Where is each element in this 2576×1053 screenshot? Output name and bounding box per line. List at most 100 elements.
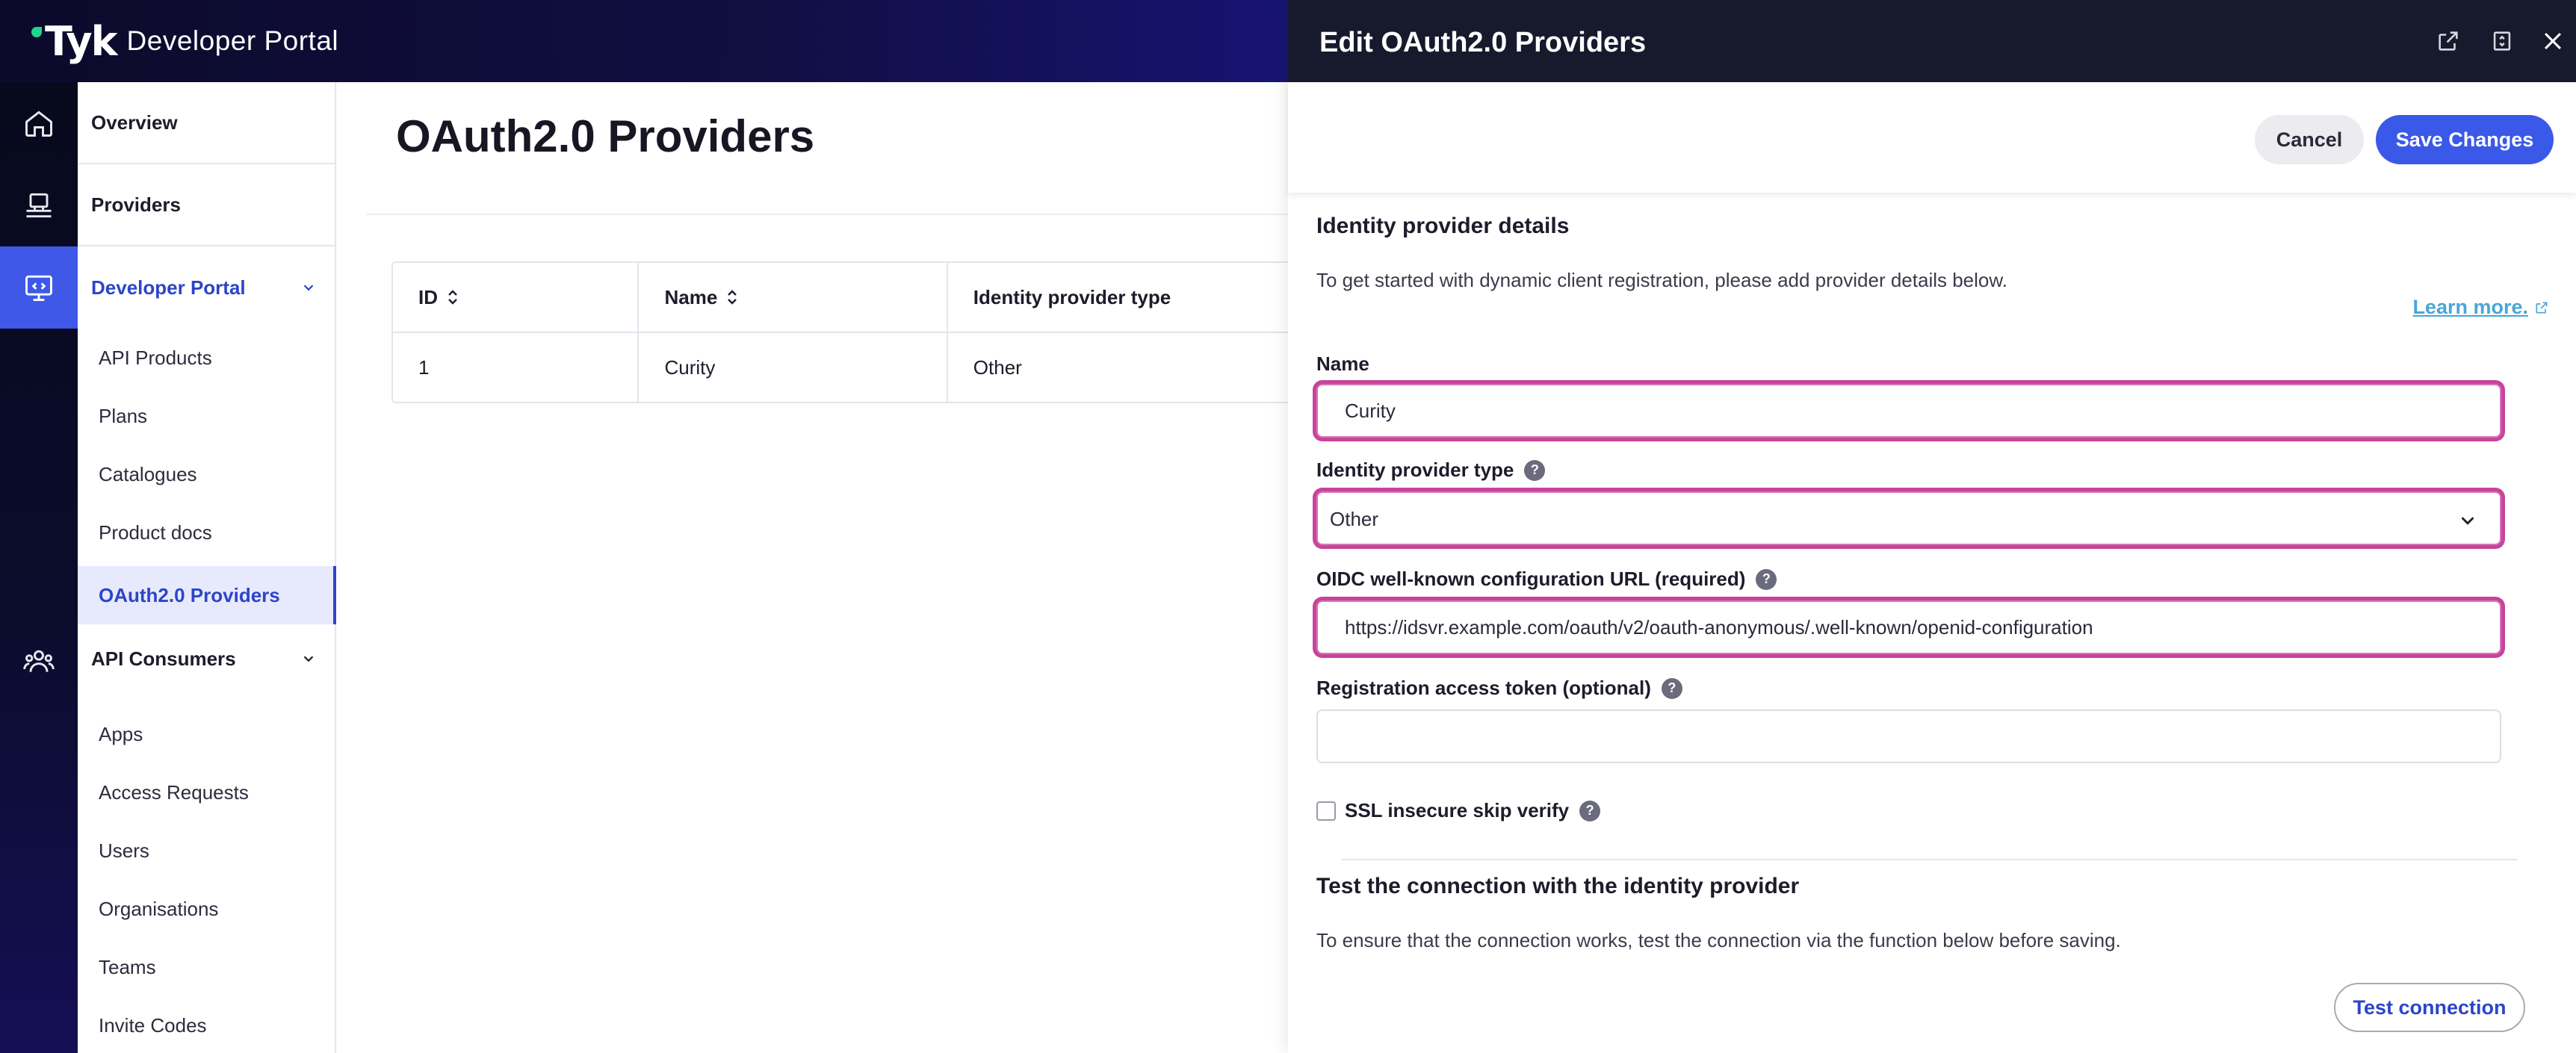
sidebar-item-label: Invite Codes bbox=[99, 1013, 207, 1037]
sidebar-item-users[interactable]: Users bbox=[78, 821, 336, 880]
edit-drawer: Edit OAuth2.0 Providers Cancel Save Chan… bbox=[1288, 0, 2576, 1053]
sidebar-item-plans[interactable]: Plans bbox=[78, 387, 336, 445]
identity-provider-type-label: Identity provider type ? bbox=[1316, 459, 1546, 482]
token-label-text: Registration access token (optional) bbox=[1316, 677, 1651, 699]
chevron-down-icon bbox=[303, 656, 314, 662]
sidebar-item-product-docs[interactable]: Product docs bbox=[78, 503, 336, 562]
name-label: Name bbox=[1316, 352, 1369, 376]
sidebar-item-label: Users bbox=[99, 839, 149, 862]
sidebar-item-organisations[interactable]: Organisations bbox=[78, 880, 336, 938]
sort-icon bbox=[448, 290, 457, 305]
oidc-url-field[interactable] bbox=[1316, 600, 2501, 654]
ssl-skip-verify-row: SSL insecure skip verify ? bbox=[1316, 799, 1601, 822]
ssl-skip-verify-checkbox[interactable] bbox=[1316, 801, 1336, 821]
oidc-url-input[interactable] bbox=[1318, 602, 2500, 653]
table-header-row: ID Name Identity provider type bbox=[393, 263, 1288, 333]
sidebar-item-label: API Products bbox=[99, 346, 212, 369]
cell-name: Curity bbox=[639, 333, 948, 402]
sidebar-item-label: OAuth2.0 Providers bbox=[99, 583, 280, 606]
drawer-header: Edit OAuth2.0 Providers bbox=[1288, 0, 2576, 82]
type-label-text: Identity provider type bbox=[1316, 459, 1514, 481]
registration-token-label: Registration access token (optional) ? bbox=[1316, 677, 1682, 700]
identity-provider-details-desc: To get started with dynamic client regis… bbox=[1316, 269, 2007, 291]
sidebar-item-label: Plans bbox=[99, 404, 148, 427]
external-link-icon bbox=[2536, 302, 2548, 313]
oidc-label-text: OIDC well-known configuration URL (requi… bbox=[1316, 568, 1746, 590]
drawer-action-bar: Cancel Save Changes bbox=[1288, 82, 2576, 193]
learn-more-label: Learn more. bbox=[2412, 296, 2528, 318]
column-header-id[interactable]: ID bbox=[393, 263, 640, 332]
registration-token-input[interactable] bbox=[1318, 711, 2500, 762]
sidebar-item-label: Product docs bbox=[99, 521, 212, 544]
rail-providers-button[interactable] bbox=[0, 164, 78, 246]
table-row[interactable]: 1 Curity Other bbox=[393, 333, 1288, 402]
sidebar-item-access-requests[interactable]: Access Requests bbox=[78, 763, 336, 821]
identity-provider-details-title: Identity provider details bbox=[1316, 214, 1570, 238]
icon-rail bbox=[0, 82, 78, 1053]
sidebar-item-label: Access Requests bbox=[99, 780, 249, 804]
rail-home-button[interactable] bbox=[0, 82, 78, 164]
sidebar-group-label: API Consumers bbox=[91, 647, 236, 670]
chevron-down-icon bbox=[2461, 517, 2474, 525]
sidebar-group-developer-portal[interactable]: Developer Portal bbox=[78, 246, 336, 329]
save-changes-button[interactable]: Save Changes bbox=[2376, 115, 2554, 164]
close-icon[interactable] bbox=[2540, 28, 2566, 54]
sidebar-item-oauth2-providers[interactable]: OAuth2.0 Providers bbox=[78, 566, 336, 624]
test-connection-title: Test the connection with the identity pr… bbox=[1316, 874, 1800, 898]
name-field[interactable] bbox=[1316, 384, 2501, 438]
sidebar-item-api-products[interactable]: API Products bbox=[78, 329, 336, 387]
registration-token-field[interactable] bbox=[1316, 709, 2501, 763]
sidebar: Overview Providers Developer Portal API … bbox=[78, 82, 336, 1053]
rail-consumers-button[interactable] bbox=[0, 620, 78, 702]
sidebar-item-label: Apps bbox=[99, 722, 143, 745]
help-icon[interactable]: ? bbox=[1756, 568, 1777, 590]
column-label: Name bbox=[664, 285, 718, 308]
column-header-type: Identity provider type bbox=[948, 263, 1288, 332]
sidebar-item-overview[interactable]: Overview bbox=[78, 82, 336, 164]
sidebar-item-invite-codes[interactable]: Invite Codes bbox=[78, 996, 336, 1053]
test-connection-button[interactable]: Test connection bbox=[2334, 983, 2525, 1032]
help-icon[interactable]: ? bbox=[1524, 459, 1546, 481]
providers-icon bbox=[26, 193, 52, 218]
column-label: Identity provider type bbox=[973, 285, 1171, 308]
sidebar-item-apps[interactable]: Apps bbox=[78, 705, 336, 763]
sidebar-item-catalogues[interactable]: Catalogues bbox=[78, 445, 336, 503]
section-divider bbox=[1342, 859, 2518, 860]
column-header-name[interactable]: Name bbox=[639, 263, 948, 332]
logo-leaf-icon bbox=[31, 27, 42, 37]
home-icon bbox=[25, 111, 52, 137]
developer-portal-icon bbox=[25, 275, 52, 301]
tyk-logo[interactable]: Tyk Developer Portal bbox=[31, 15, 338, 67]
chevron-down-icon bbox=[303, 285, 314, 291]
learn-more-link[interactable]: Learn more. bbox=[2412, 296, 2549, 319]
sidebar-group-api-consumers[interactable]: API Consumers bbox=[78, 621, 336, 696]
name-input[interactable] bbox=[1318, 385, 2500, 436]
title-divider bbox=[366, 214, 1288, 215]
sidebar-item-label: Catalogues bbox=[99, 462, 197, 485]
sidebar-item-label: Teams bbox=[99, 955, 156, 978]
cancel-button[interactable]: Cancel bbox=[2255, 115, 2364, 164]
sidebar-item-label: Organisations bbox=[99, 897, 219, 920]
page-title: OAuth2.0 Providers bbox=[396, 111, 815, 161]
sidebar-item-teams[interactable]: Teams bbox=[78, 938, 336, 996]
consumers-icon bbox=[23, 650, 55, 672]
cell-type: Other bbox=[973, 355, 1022, 379]
sidebar-group-label: Developer Portal bbox=[91, 276, 246, 299]
providers-table: ID Name Identity provider type 1 Curity … bbox=[391, 261, 1288, 403]
rail-developer-portal-button[interactable] bbox=[0, 246, 78, 329]
main-content: OAuth2.0 Providers ID Name Identity prov… bbox=[338, 82, 1288, 1053]
open-external-icon[interactable] bbox=[2436, 28, 2461, 54]
sidebar-item-label: Overview bbox=[91, 111, 178, 134]
logo-brand: Tyk bbox=[45, 17, 118, 65]
sidebar-item-providers[interactable]: Providers bbox=[78, 164, 336, 246]
ssl-skip-verify-label: SSL insecure skip verify bbox=[1345, 799, 1570, 821]
selected-type-value: Other bbox=[1330, 508, 1379, 530]
help-icon[interactable]: ? bbox=[1579, 800, 1601, 821]
help-icon[interactable]: ? bbox=[1661, 677, 1682, 699]
oidc-url-label: OIDC well-known configuration URL (requi… bbox=[1316, 568, 1777, 591]
cell-id: 1 bbox=[393, 333, 640, 402]
identity-provider-type-select[interactable]: Other bbox=[1316, 491, 2501, 545]
test-connection-desc: To ensure that the connection works, tes… bbox=[1316, 929, 2121, 951]
column-label: ID bbox=[418, 285, 438, 308]
expand-panel-icon[interactable] bbox=[2489, 28, 2515, 54]
